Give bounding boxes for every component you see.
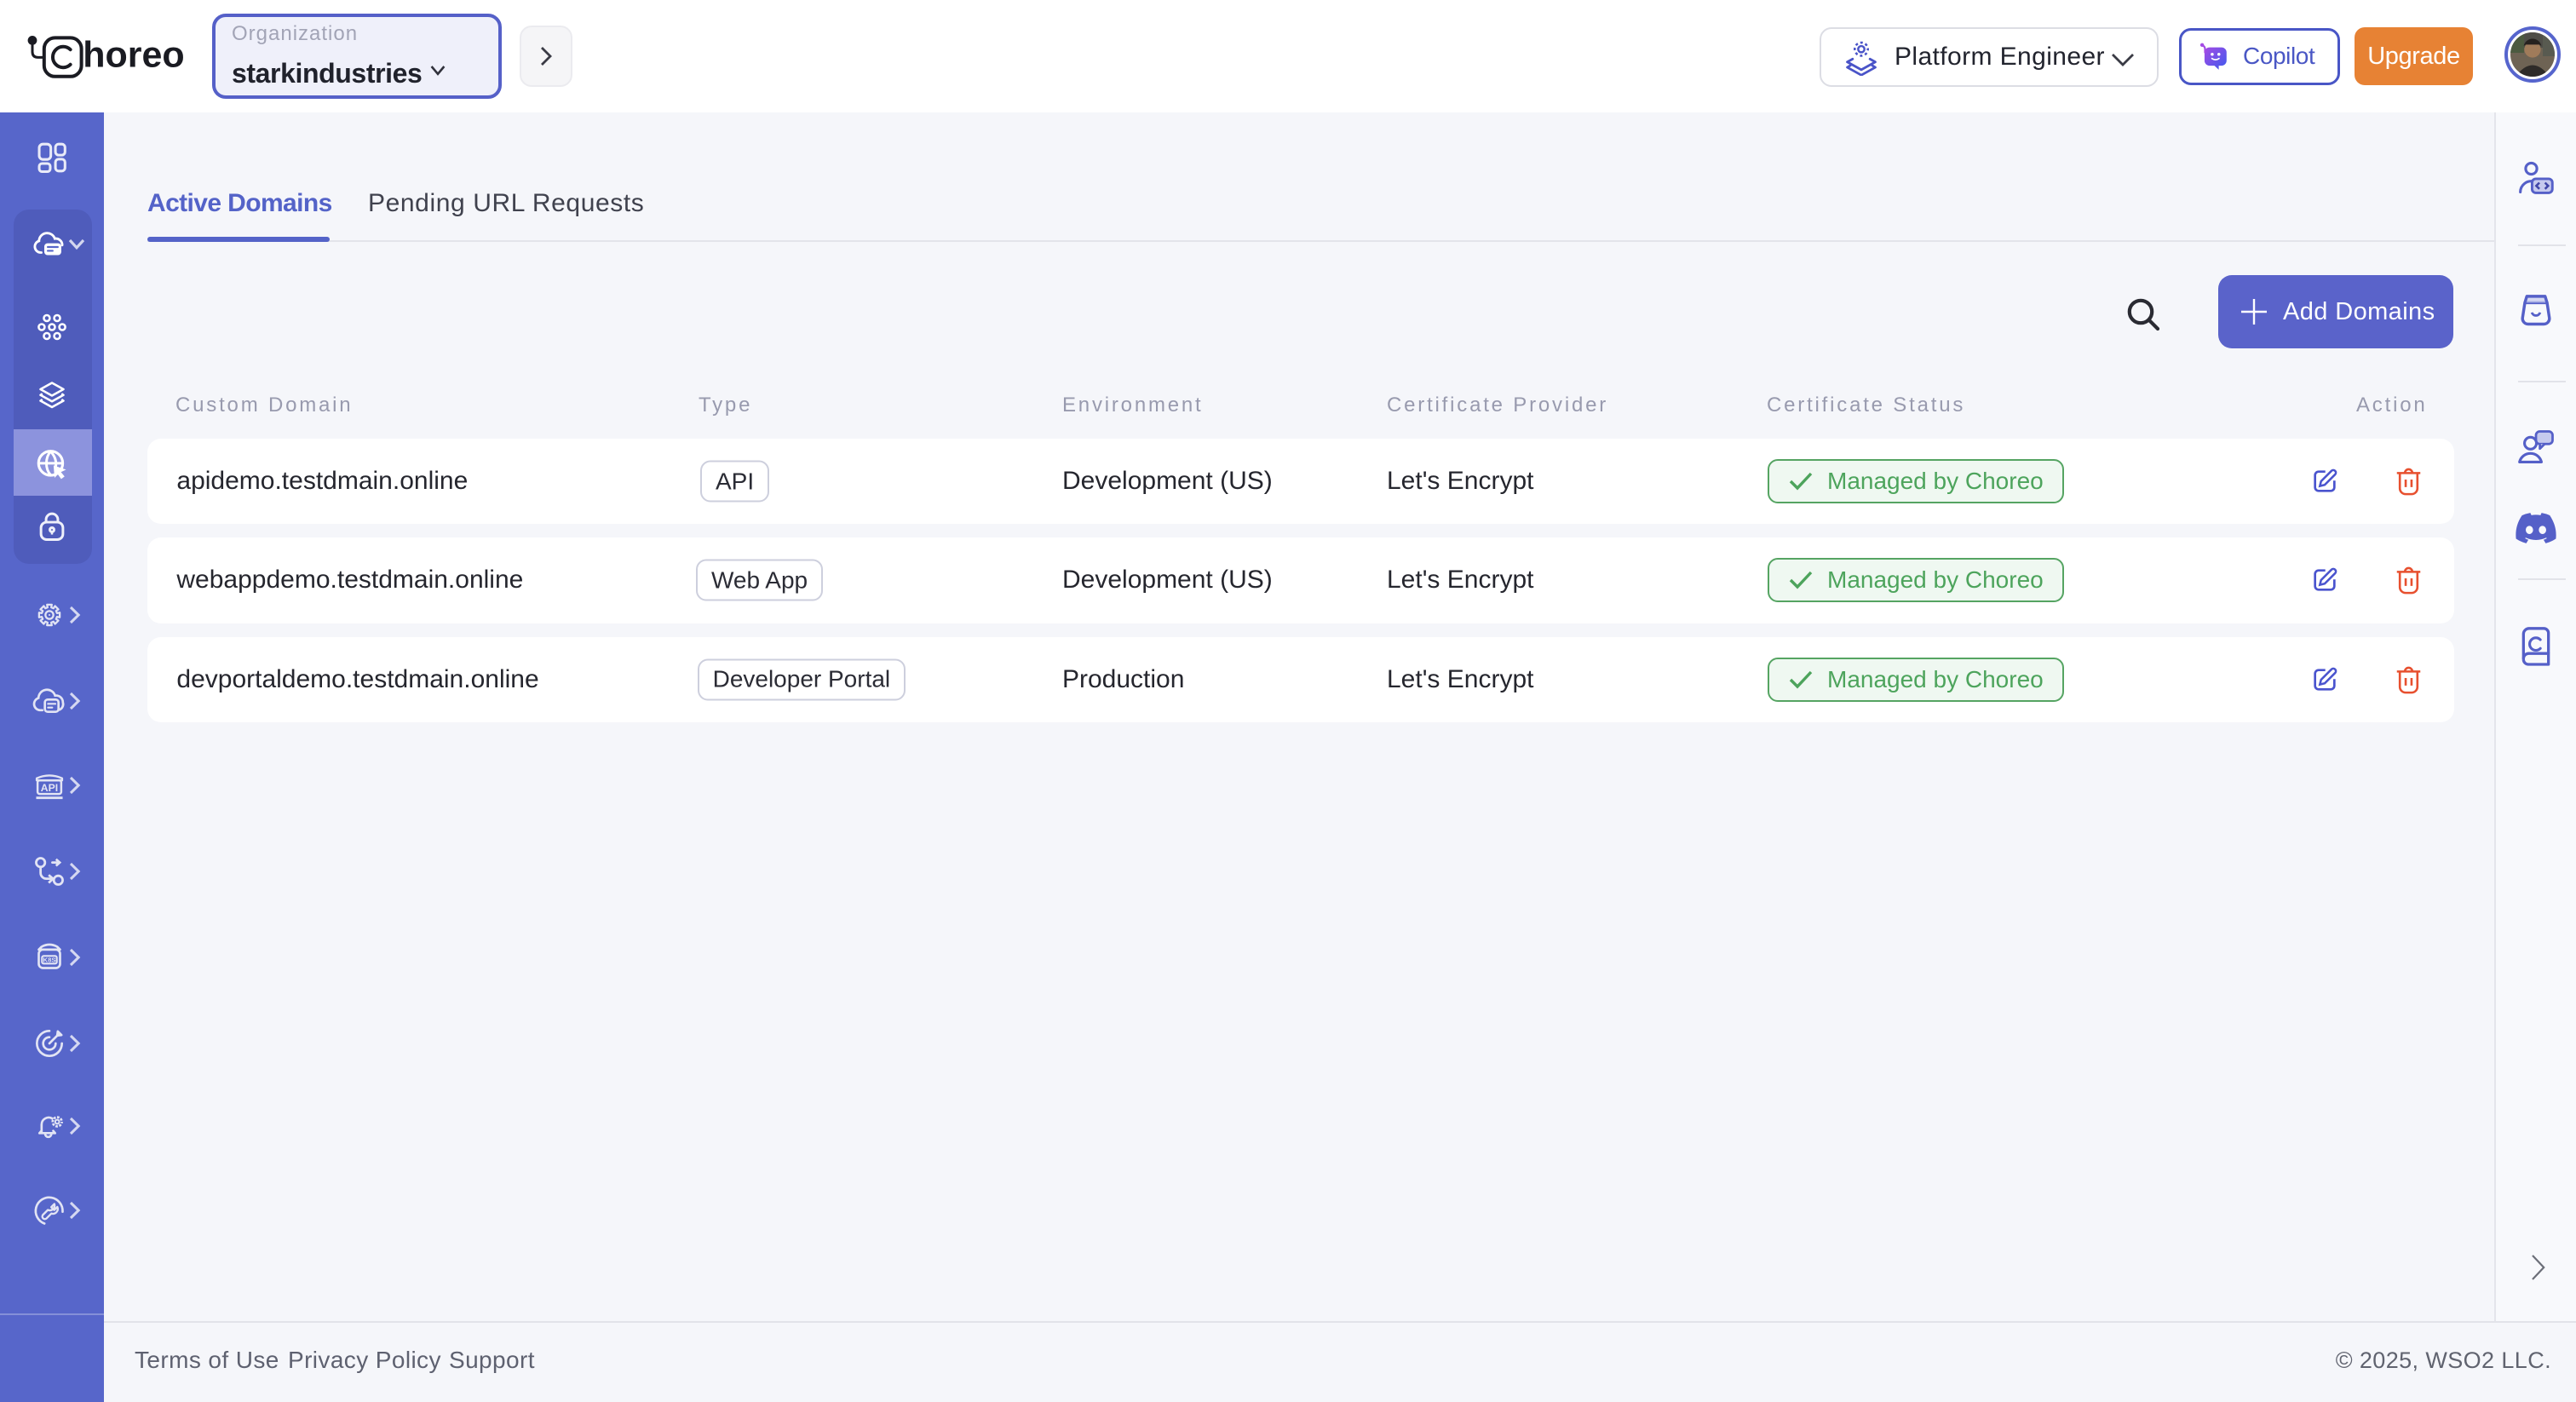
svg-text:horeo: horeo	[83, 35, 184, 76]
svg-text:API: API	[41, 782, 58, 794]
svg-text:K8S: K8S	[43, 957, 56, 964]
